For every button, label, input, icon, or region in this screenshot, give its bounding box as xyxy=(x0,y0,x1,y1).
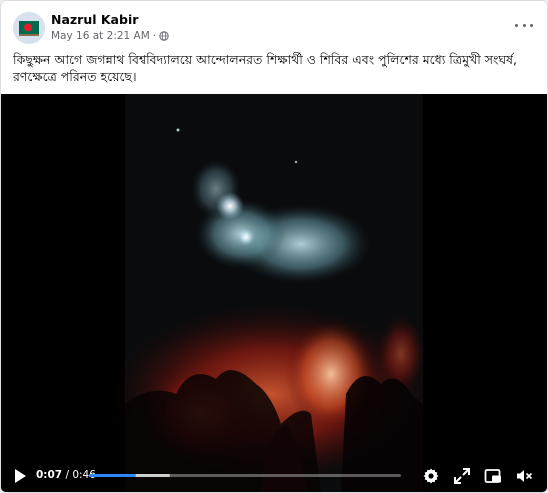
expand-icon[interactable] xyxy=(453,467,471,485)
current-time: 0:07 xyxy=(36,469,63,481)
post-meta: May 16 at 2:21 AM · xyxy=(51,30,169,42)
progress-fill xyxy=(89,474,137,477)
more-dot xyxy=(522,23,526,27)
play-icon[interactable] xyxy=(13,468,27,484)
author-name[interactable]: Nazrul Kabir xyxy=(51,12,138,27)
avatar-image xyxy=(13,12,45,44)
gear-icon[interactable] xyxy=(422,467,440,485)
video-controls: 0:07 / 0:46 xyxy=(1,460,547,492)
more-dot xyxy=(530,23,533,27)
picture-in-picture-icon[interactable] xyxy=(484,467,502,485)
video-player[interactable]: 0:07 / 0:46 xyxy=(1,94,547,492)
progress-bar[interactable] xyxy=(89,474,401,477)
post-date[interactable]: May 16 at 2:21 AM xyxy=(51,30,150,42)
globe-icon[interactable] xyxy=(159,31,169,41)
post-card: Nazrul Kabir May 16 at 2:21 AM · কিছুক্ষ… xyxy=(0,0,548,493)
video-frame xyxy=(1,94,547,492)
video-time: 0:07 / 0:46 xyxy=(36,469,96,481)
more-options-icon[interactable] xyxy=(515,19,533,31)
time-separator: / xyxy=(62,469,73,481)
post-caption: কিছুক্ষন আগে জগন্নাথ বিশ্ববিদ্যালয়ে আন্… xyxy=(13,52,517,84)
volume-icon[interactable] xyxy=(515,467,533,485)
avatar[interactable] xyxy=(13,12,45,44)
post-header: Nazrul Kabir May 16 at 2:21 AM · xyxy=(1,1,547,49)
more-dot xyxy=(515,23,518,27)
meta-separator: · xyxy=(152,30,157,42)
